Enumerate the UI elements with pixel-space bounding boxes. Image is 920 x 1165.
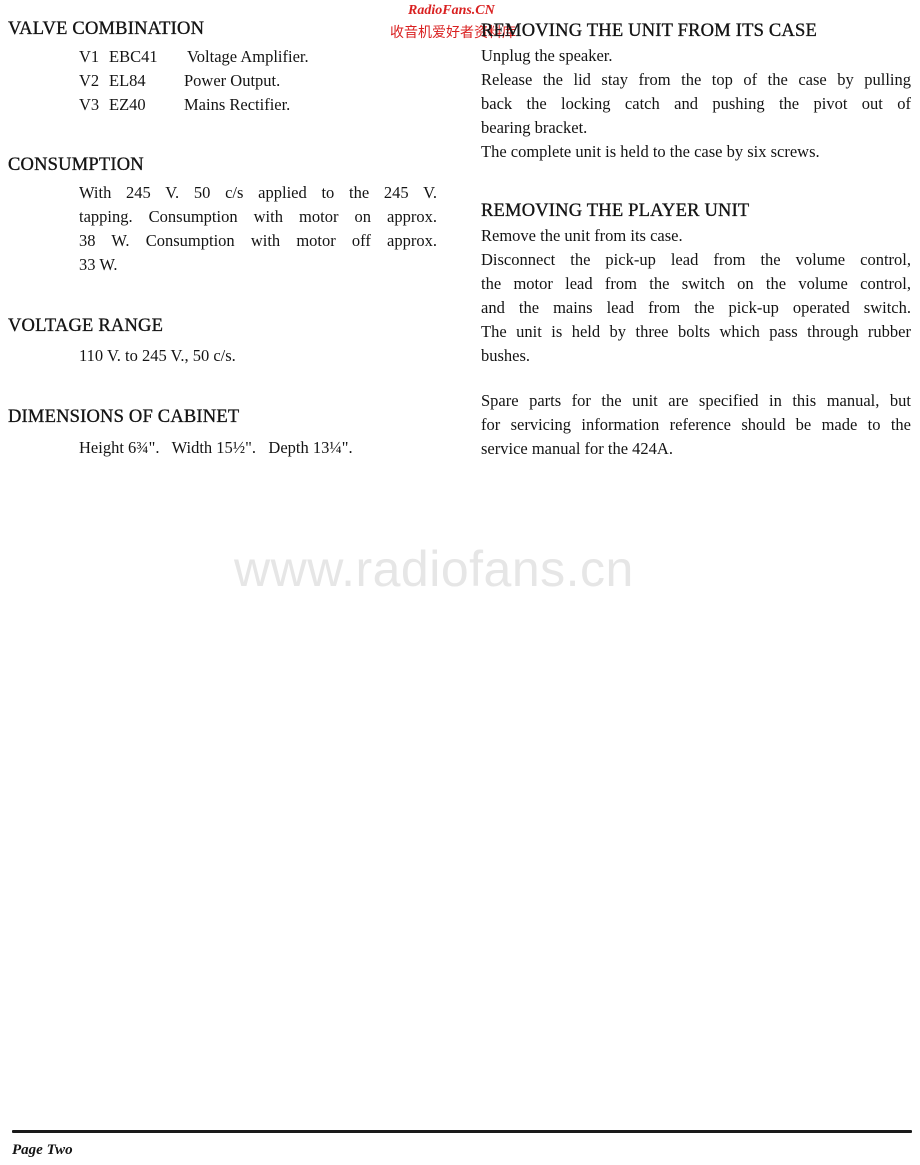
- valve-id: V3: [79, 95, 100, 114]
- text-line: The complete unit is held to the case by…: [481, 142, 820, 161]
- consumption-text: With 245 V. 50 c/s applied to the 245 V.…: [79, 181, 437, 277]
- removing-player-text: Remove the unit from its case. Disconnec…: [481, 224, 911, 368]
- valve-id: V2: [79, 71, 100, 90]
- spare-parts-text: Spare parts for the unit are specified i…: [481, 389, 911, 461]
- valve-combination-heading: VALVE COMBINATION: [8, 19, 205, 39]
- valve-row: V1 EBC41 Voltage Amplifier.: [79, 45, 309, 69]
- text-line: 38 W. Consumption with motor off approx.: [79, 231, 437, 250]
- text-line: With 245 V. 50 c/s applied to the 245 V.: [79, 183, 437, 202]
- voltage-range-heading: VOLTAGE RANGE: [8, 316, 164, 336]
- valve-type: EL84: [109, 71, 146, 90]
- dimensions-text: Height 6¾". Width 15½". Depth 13¼".: [79, 438, 353, 457]
- text-line: The unit is held by three bolts which pa…: [481, 322, 911, 341]
- dimensions-heading: DIMENSIONS OF CABINET: [8, 407, 240, 427]
- text-line: 33 W.: [79, 255, 118, 274]
- valve-function: Power Output.: [184, 71, 281, 90]
- text-line: for servicing information reference shou…: [481, 415, 911, 434]
- valve-row: V3 EZ40 Mains Rectifier.: [79, 93, 309, 117]
- watermark-site-name: RadioFans.CN: [408, 3, 495, 18]
- text-line: and the mains lead from the pick-up oper…: [481, 298, 911, 317]
- removing-player-heading: REMOVING THE PLAYER UNIT: [481, 201, 750, 221]
- valve-row: V2 EL84 Power Output.: [79, 69, 309, 93]
- text-line: Remove the unit from its case.: [481, 226, 683, 245]
- text-line: back the locking catch and pushing the p…: [481, 94, 911, 113]
- removing-case-text: Unplug the speaker. Release the lid stay…: [481, 44, 911, 164]
- text-line: tapping. Consumption with motor on appro…: [79, 207, 437, 226]
- text-line: Release the lid stay from the top of the…: [481, 70, 911, 89]
- text-line: bushes.: [481, 346, 531, 365]
- text-line: the motor lead from the switch on the vo…: [481, 274, 911, 293]
- text-line: bearing bracket.: [481, 118, 588, 137]
- text-line: Unplug the speaker.: [481, 46, 613, 65]
- valve-list: V1 EBC41 Voltage Amplifier. V2 EL84 Powe…: [79, 45, 309, 117]
- consumption-heading: CONSUMPTION: [8, 155, 144, 175]
- valve-function: Mains Rectifier.: [184, 95, 291, 114]
- valve-type: EZ40: [109, 95, 146, 114]
- footer-rule: [12, 1130, 912, 1133]
- text-line: Spare parts for the unit are specified i…: [481, 391, 911, 410]
- valve-id: V1: [79, 47, 100, 66]
- page-label: Page Two: [12, 1142, 73, 1158]
- text-line: Disconnect the pick-up lead from the vol…: [481, 250, 911, 269]
- removing-case-heading: REMOVING THE UNIT FROM ITS CASE: [481, 21, 817, 41]
- watermark-url: www.radiofans.cn: [234, 541, 634, 597]
- valve-type: EBC41: [109, 47, 158, 66]
- text-line: service manual for the 424A.: [481, 439, 673, 458]
- voltage-range-text: 110 V. to 245 V., 50 c/s.: [79, 346, 236, 365]
- valve-function: Voltage Amplifier.: [187, 47, 309, 66]
